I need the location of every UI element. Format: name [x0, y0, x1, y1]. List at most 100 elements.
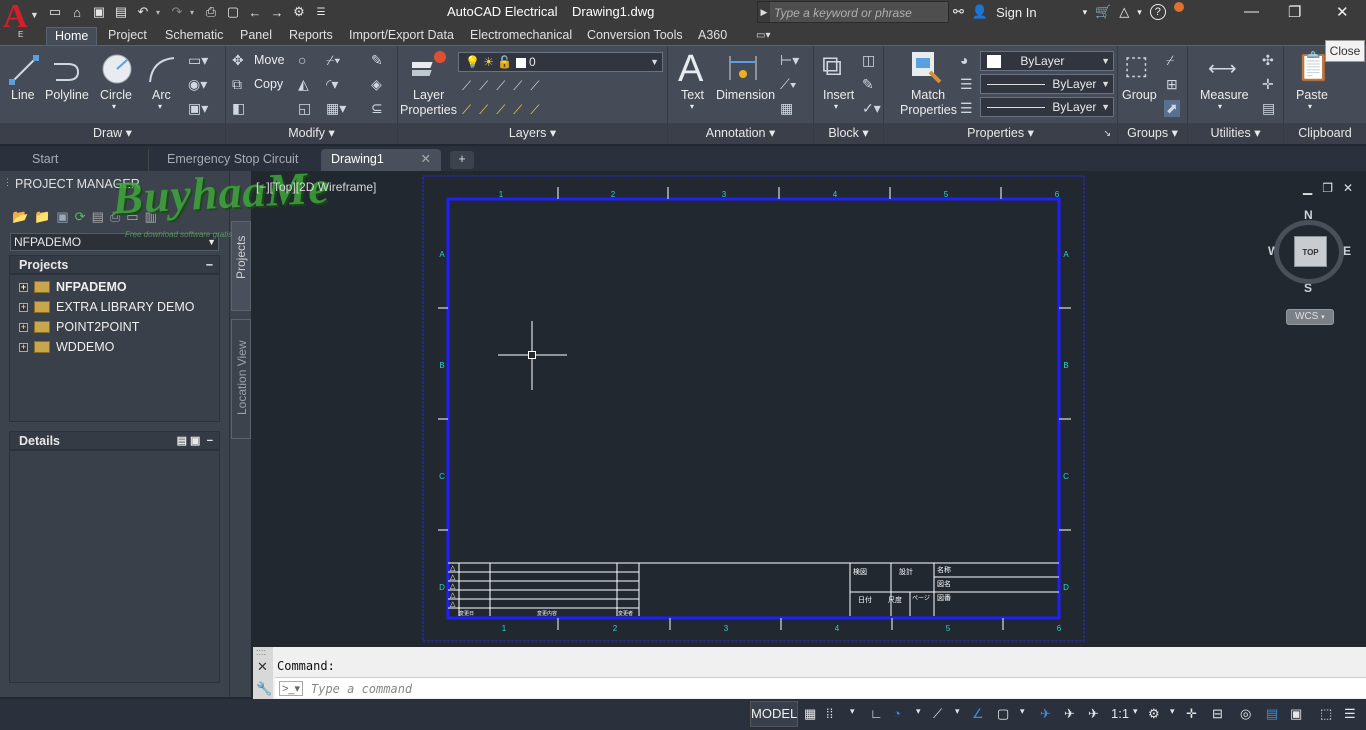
- snap-icon[interactable]: ⁞⁞: [826, 706, 833, 721]
- side-tab-location-label[interactable]: Location View: [235, 341, 249, 416]
- redo-dropdown-icon[interactable]: ▾: [190, 8, 198, 17]
- grid-icon[interactable]: ▦: [804, 706, 816, 722]
- details-header[interactable]: Details ▤ ▣ −: [9, 431, 220, 450]
- osnap-icon[interactable]: ▢: [997, 706, 1009, 722]
- sign-in-button[interactable]: Sign In: [996, 5, 1036, 20]
- text-icon[interactable]: A: [678, 48, 703, 91]
- tab-project[interactable]: Project: [108, 27, 147, 45]
- line-button[interactable]: Line: [11, 88, 35, 102]
- linear-dim-icon[interactable]: ⊢▾: [780, 52, 799, 69]
- units-icon[interactable]: ⊟: [1212, 706, 1223, 722]
- draw-panel-title[interactable]: Draw ▾: [0, 123, 225, 144]
- workspace-icon[interactable]: ⚙: [290, 3, 308, 21]
- isolate-objects-icon[interactable]: ▣: [1290, 706, 1302, 722]
- mirror-icon[interactable]: ◭: [298, 76, 309, 93]
- project-manager-icon[interactable]: ▢: [224, 3, 242, 21]
- osnap-tracking-icon[interactable]: ∠: [972, 706, 984, 722]
- utilities-panel-title[interactable]: Utilities ▾: [1188, 123, 1283, 144]
- palette-grip-icon[interactable]: ⋮: [3, 177, 12, 188]
- snap-dropdown-icon[interactable]: ▾: [850, 706, 855, 717]
- list-item[interactable]: + NFPADEMO: [19, 280, 127, 294]
- polyline-button[interactable]: Polyline: [45, 88, 89, 102]
- layer-tools-row2-icon[interactable]: ⟋⟋⟋⟋⟋: [462, 102, 548, 118]
- erase-icon[interactable]: ✎: [371, 52, 383, 69]
- layer-properties-icon[interactable]: [412, 50, 448, 84]
- scale-icon[interactable]: ◱: [298, 100, 311, 117]
- create-block-icon[interactable]: ◫: [862, 52, 875, 69]
- new-tab-icon[interactable]: +: [450, 151, 474, 169]
- drawing-canvas[interactable]: 1 2 3 4 5 6 1 2 3 4 5 6 A B C D A B C D: [252, 172, 1366, 647]
- back-arrow-icon[interactable]: ←: [246, 3, 264, 21]
- arc-icon[interactable]: [146, 54, 178, 86]
- close-tab-icon[interactable]: ✕: [421, 149, 431, 169]
- rotate-icon[interactable]: ○: [298, 52, 306, 68]
- layers-panel-title[interactable]: Layers ▾: [398, 123, 667, 144]
- stretch-icon[interactable]: ◧: [232, 100, 245, 117]
- group-selection-icon[interactable]: ⬈: [1164, 100, 1180, 117]
- group-button[interactable]: Group: [1122, 88, 1157, 102]
- command-close-icon[interactable]: ✕: [257, 659, 268, 675]
- minimize-icon[interactable]: —: [1244, 3, 1259, 20]
- user-icon[interactable]: 👤: [972, 4, 988, 20]
- list-item[interactable]: + WDDEMO: [19, 340, 114, 354]
- array-icon[interactable]: ▦▾: [326, 100, 346, 117]
- group-icon[interactable]: ⬚: [1124, 50, 1149, 81]
- annotation-panel-title[interactable]: Annotation ▾: [668, 123, 813, 144]
- layer-dropdown[interactable]: 💡 ☀ 🔓 0 ▼: [458, 52, 663, 72]
- binoculars-icon[interactable]: ⚯: [953, 4, 964, 20]
- attribute-icon[interactable]: ✓▾: [862, 100, 881, 117]
- groups-panel-title[interactable]: Groups ▾: [1118, 123, 1187, 144]
- lineweight-icon[interactable]: ☰: [960, 76, 973, 93]
- measure-icon[interactable]: ⟷: [1208, 56, 1237, 81]
- projects-header[interactable]: Projects −: [9, 255, 220, 274]
- layer-properties-label-1[interactable]: Layer: [413, 88, 444, 102]
- move-button[interactable]: Move: [254, 53, 285, 67]
- text-dropdown-icon[interactable]: ▾: [690, 102, 694, 111]
- offset-icon[interactable]: ⊆: [371, 100, 383, 117]
- undo-icon[interactable]: ↶: [134, 3, 152, 21]
- refresh-icon[interactable]: ⟳: [75, 209, 86, 225]
- grip-icon[interactable]: ::::: [256, 647, 266, 657]
- list-item[interactable]: + EXTRA LIBRARY DEMO: [19, 300, 194, 314]
- quick-properties-icon[interactable]: ▤: [1266, 706, 1278, 722]
- insert-icon[interactable]: ⧉: [822, 50, 842, 83]
- undo-dropdown-icon[interactable]: ▾: [156, 8, 164, 17]
- tab-conversion-tools[interactable]: Conversion Tools: [587, 27, 683, 45]
- wcs-menu[interactable]: WCS ▾: [1286, 309, 1334, 325]
- expand-icon[interactable]: +: [19, 302, 28, 312]
- text-button[interactable]: Text: [681, 88, 704, 102]
- customization-icon[interactable]: ☰: [1344, 706, 1356, 722]
- layer-tools-row1-icon[interactable]: ⟋⟋⟋⟋⟋: [462, 78, 548, 94]
- table-icon[interactable]: ▦: [780, 100, 793, 117]
- scale-dropdown-icon[interactable]: ▾: [1133, 706, 1138, 717]
- id-point-icon[interactable]: ✛: [1262, 76, 1274, 93]
- polar-icon[interactable]: ◔: [893, 706, 901, 721]
- plot-icon[interactable]: ⎙: [202, 3, 220, 21]
- line-icon[interactable]: [8, 54, 40, 86]
- dialog-launcher-icon[interactable]: ↘: [1103, 123, 1111, 144]
- application-menu-button[interactable]: A ▼ E: [0, 0, 42, 42]
- sign-in-dropdown-icon[interactable]: ▾: [1083, 7, 1088, 18]
- details-view-icons[interactable]: ▤ ▣ −: [177, 432, 213, 451]
- model-space-button[interactable]: MODEL: [750, 701, 798, 727]
- ribbon-minimize-icon[interactable]: ▭▾: [756, 27, 770, 45]
- open-folder-icon[interactable]: ⌂: [68, 3, 86, 21]
- search-box[interactable]: ▶ Type a keyword or phrase: [757, 1, 949, 23]
- new-file-icon[interactable]: ▭: [46, 3, 64, 21]
- insert-dropdown-icon[interactable]: ▾: [834, 102, 838, 111]
- hatch-icon[interactable]: ◉▾: [188, 76, 207, 93]
- group-edit-icon[interactable]: ⊞: [1166, 76, 1178, 93]
- lineweight-dropdown[interactable]: ByLayer ▼: [980, 97, 1114, 117]
- new-drawing-icon[interactable]: ▣: [56, 209, 68, 225]
- collapse-icon[interactable]: −: [206, 256, 213, 275]
- edit-block-icon[interactable]: ✎: [862, 76, 874, 93]
- add-icon[interactable]: ✛: [1186, 706, 1197, 722]
- command-input-box[interactable]: >_▾ Type a command: [275, 677, 1366, 698]
- workspace-dropdown-icon[interactable]: ▾: [1170, 706, 1175, 717]
- close-window-icon[interactable]: ✕: [1336, 3, 1349, 21]
- match-properties-label-1[interactable]: Match: [911, 88, 945, 102]
- color-dropdown[interactable]: ByLayer ▼: [980, 51, 1114, 71]
- forward-arrow-icon[interactable]: →: [268, 3, 286, 21]
- linetype-icon[interactable]: ☰: [960, 100, 973, 117]
- modify-panel-title[interactable]: Modify ▾: [226, 123, 397, 144]
